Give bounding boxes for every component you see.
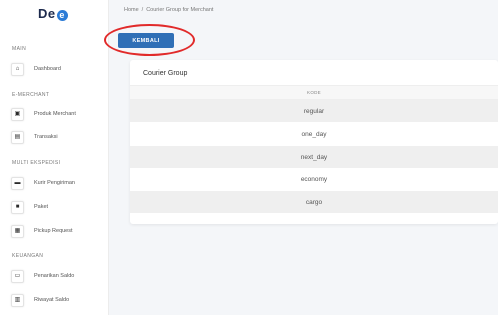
section-title-multi-ekspedisi: MULTI EKSPEDISI [12,160,61,166]
breadcrumb: Home / Courier Group for Merchant [124,7,213,13]
sidebar-item-transaksi[interactable]: ▤ Transaksi [11,130,103,144]
sidebar-item-kurir-pengiriman[interactable]: ▬ Kurir Pengiriman [11,176,103,190]
sidebar-item-penarikan-saldo[interactable]: ▭ Penarikan Saldo [11,269,103,283]
table-row: next_day [130,146,498,168]
table-row: regular [130,100,498,122]
history-icon: ▥ [11,293,24,307]
sidebar-item-label: Penarikan Saldo [34,273,75,279]
box-icon: ▣ [11,107,24,121]
sidebar-item-dashboard[interactable]: ⌂ Dashboard [11,62,103,76]
sidebar-item-label: Kurir Pengiriman [34,180,75,186]
brand-logo[interactable]: De e [38,6,68,21]
table-row: economy [300,175,328,183]
sidebar-item-label: Transaksi [34,134,58,140]
sidebar-item-produk-merchant[interactable]: ▣ Produk Merchant [11,107,103,121]
section-title-e-merchant: E-MERCHANT [12,92,50,98]
clipboard-icon: ▦ [11,224,24,238]
breadcrumb-home[interactable]: Home [124,7,139,13]
section-title-main: MAIN [12,46,27,52]
table-header-kode: KODE [130,85,498,100]
truck-icon: ▬ [11,176,24,190]
highlight-circle-annotation [104,24,195,56]
sidebar-item-label: Dashboard [34,66,61,72]
logo-text: De [38,6,56,21]
wallet-icon: ▭ [11,269,24,283]
sidebar-item-label: Produk Merchant [34,111,76,117]
package-icon: ■ [11,200,24,214]
courier-group-card: Courier Group KODE regular one_day next_… [130,60,498,224]
breadcrumb-current: Courier Group for Merchant [146,7,214,13]
home-icon: ⌂ [11,62,24,76]
sidebar-item-riwayat-saldo[interactable]: ▥ Riwayat Saldo [11,293,103,307]
sidebar-item-paket[interactable]: ■ Paket [11,200,103,214]
receipt-icon: ▤ [11,130,24,144]
sidebar-item-label: Paket [34,204,49,210]
breadcrumb-separator: / [141,7,144,13]
card-title: Courier Group [143,70,188,77]
table-row: one_day [301,130,327,138]
sidebar-item-label: Pickup Request [34,228,73,234]
sidebar: De e MAIN ⌂ Dashboard E-MERCHANT ▣ Produk… [0,0,109,315]
sidebar-item-label: Riwayat Saldo [34,297,70,303]
section-title-keuangan: KEUANGAN [12,253,44,259]
table-row: cargo [130,191,498,213]
sidebar-item-pickup-request[interactable]: ▦ Pickup Request [11,224,103,238]
logo-badge: e [56,10,68,21]
